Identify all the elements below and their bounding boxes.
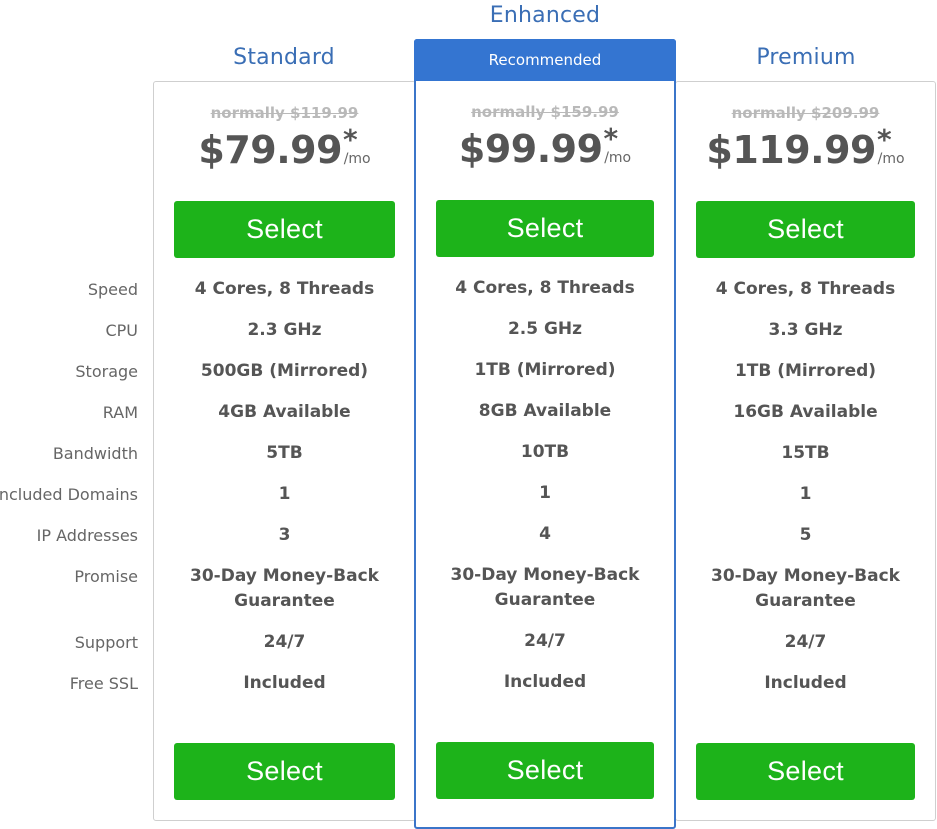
price-asterisk: *: [603, 122, 619, 155]
select-button-standard-top[interactable]: Select: [174, 201, 395, 258]
feature-label-promise: Promise: [74, 567, 138, 586]
value-included-domains: 1: [539, 483, 551, 503]
plan-title-enhanced: Enhanced: [489, 3, 601, 28]
value-promise: 30-Day Money-Back Guarantee: [711, 566, 900, 611]
feature-label-storage: Storage: [75, 362, 138, 381]
value-bandwidth: 15TB: [781, 443, 830, 463]
value-storage: 1TB (Mirrored): [734, 361, 877, 381]
value-support: 24/7: [263, 632, 306, 652]
value-bandwidth: 10TB: [520, 442, 570, 462]
feature-label-included-domains: Included Domains: [0, 485, 138, 504]
select-button-premium-top[interactable]: Select: [696, 201, 915, 258]
select-button-enhanced-bottom[interactable]: Select: [436, 742, 654, 799]
value-ip-addresses: 3: [278, 525, 291, 545]
value-support: 24/7: [524, 631, 566, 651]
price-amount: $79.99: [198, 128, 343, 172]
value-support: 24/7: [784, 632, 827, 652]
value-speed: 4 Cores, 8 Threads: [194, 279, 375, 299]
plan-card-premium: normally $209.99 $119.99*/mo Select 4 Co…: [675, 81, 936, 821]
feature-label-speed: Speed: [87, 280, 138, 299]
value-promise: 30-Day Money-Back Guarantee: [190, 566, 379, 611]
price-asterisk: *: [343, 123, 358, 156]
value-ip-addresses: 5: [799, 525, 812, 545]
value-ram: 16GB Available: [733, 402, 878, 422]
plan-card-enhanced: Recommended normally $159.99 $99.99*/mo …: [414, 39, 676, 829]
value-included-domains: 1: [278, 484, 291, 504]
value-cpu: 3.3 GHz: [768, 320, 843, 340]
plan-card-standard: normally $119.99 $79.99*/mo Select 4 Cor…: [153, 81, 416, 821]
price-amount: $99.99: [458, 127, 603, 171]
original-price: normally $209.99: [731, 104, 880, 122]
price: $79.99*/mo: [154, 123, 415, 172]
select-button-standard-bottom[interactable]: Select: [174, 743, 395, 800]
feature-label-ram: RAM: [102, 403, 138, 422]
feature-label-free-ssl: Free SSL: [69, 674, 138, 693]
value-ram: 8GB Available: [478, 401, 612, 421]
value-free-ssl: Included: [243, 673, 326, 693]
select-button-enhanced-top[interactable]: Select: [436, 200, 654, 257]
value-speed: 4 Cores, 8 Threads: [455, 278, 635, 298]
price-asterisk: *: [877, 123, 892, 156]
select-button-premium-bottom[interactable]: Select: [696, 743, 915, 800]
value-cpu: 2.3 GHz: [247, 320, 322, 340]
value-bandwidth: 5TB: [266, 443, 303, 463]
feature-label-ip-addresses: IP Addresses: [36, 526, 138, 545]
price: $119.99*/mo: [676, 123, 935, 172]
original-price: normally $159.99: [471, 103, 619, 121]
value-cpu: 2.5 GHz: [507, 319, 583, 339]
value-free-ssl: Included: [503, 672, 587, 692]
value-ip-addresses: 4: [539, 524, 551, 544]
value-included-domains: 1: [799, 484, 812, 504]
original-price: normally $119.99: [210, 104, 359, 122]
value-promise: 30-Day Money-Back Guarantee: [450, 565, 640, 610]
feature-label-support: Support: [74, 633, 138, 652]
recommended-badge: Recommended: [414, 39, 676, 81]
feature-label-bandwidth: Bandwidth: [52, 444, 138, 463]
plan-title-premium: Premium: [756, 45, 856, 70]
price: $99.99*/mo: [416, 122, 674, 171]
value-free-ssl: Included: [764, 673, 847, 693]
price-amount: $119.99: [706, 128, 876, 172]
plan-title-standard: Standard: [233, 45, 335, 70]
value-ram: 4GB Available: [218, 402, 351, 422]
feature-label-cpu: CPU: [105, 321, 138, 340]
value-storage: 1TB (Mirrored): [474, 360, 616, 380]
value-storage: 500GB (Mirrored): [200, 361, 369, 381]
value-speed: 4 Cores, 8 Threads: [715, 279, 896, 299]
